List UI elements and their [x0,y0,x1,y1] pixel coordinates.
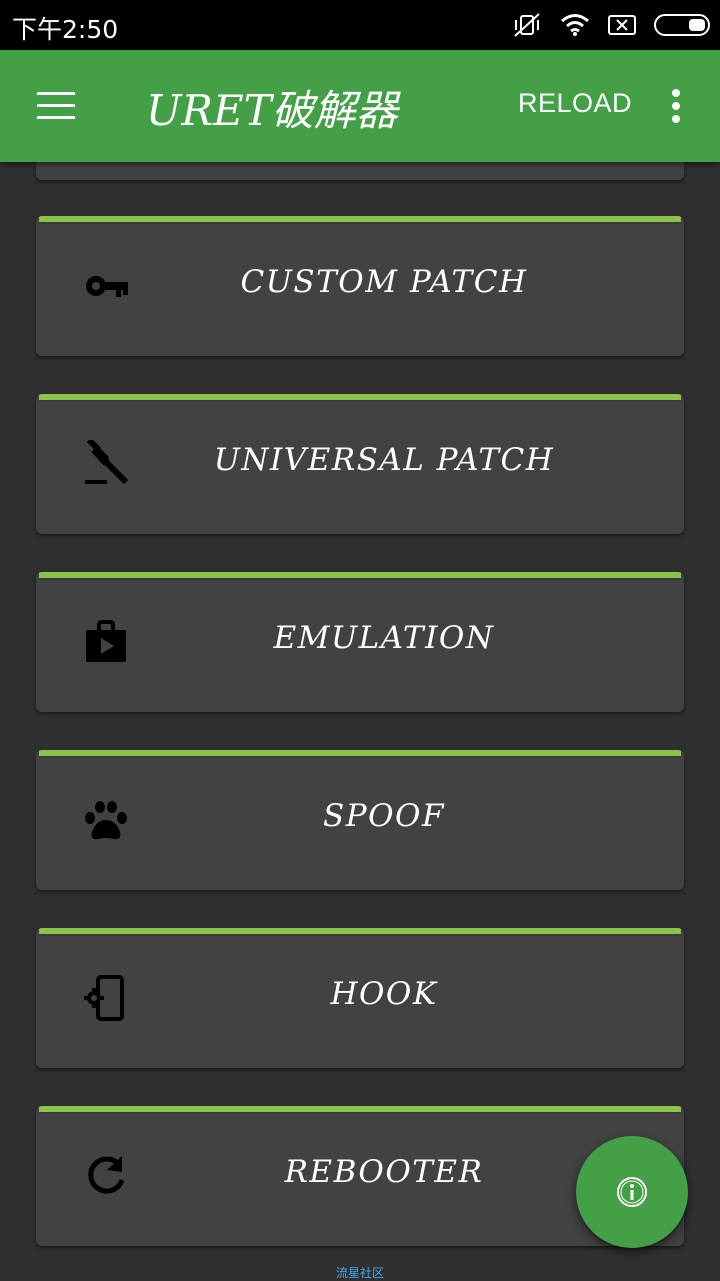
card-divider [39,400,681,402]
reload-button[interactable]: RELOAD [518,88,632,119]
watermark: 流星社区 [335,1266,384,1280]
card-label: HOOK [330,976,438,1012]
menu-icon[interactable] [36,90,76,122]
custom-patch-card[interactable]: CUSTOM PATCH [36,216,684,356]
hook-card[interactable]: HOOK [36,928,684,1068]
card-divider [39,1112,681,1114]
more-vert-icon[interactable] [664,88,688,124]
wifi-icon [561,14,589,36]
status-icons [512,10,710,40]
card-divider [39,934,681,936]
battery-icon [654,14,710,36]
card-divider [39,756,681,758]
card-divider [39,578,681,580]
card-label: SPOOF [323,798,445,834]
info-icon [617,1177,647,1207]
info-fab[interactable] [576,1136,688,1248]
status-bar: 下午2:50 [0,0,720,50]
sim-error-icon [608,15,636,35]
universal-patch-card[interactable]: UNIVERSAL PATCH [36,394,684,534]
spoof-card[interactable]: SPOOF [36,750,684,890]
app-title: URET破解器 [146,86,398,135]
status-time: 下午2:50 [12,15,119,44]
emulation-card[interactable]: EMULATION [36,572,684,712]
mute-vibrate-icon [514,13,540,37]
card-label: UNIVERSAL PATCH [213,442,555,478]
app-bar: URET破解器 RELOAD [0,50,720,162]
card-label: EMULATION [273,620,495,656]
card-label: CUSTOM PATCH [240,264,528,300]
card-divider [39,222,681,224]
